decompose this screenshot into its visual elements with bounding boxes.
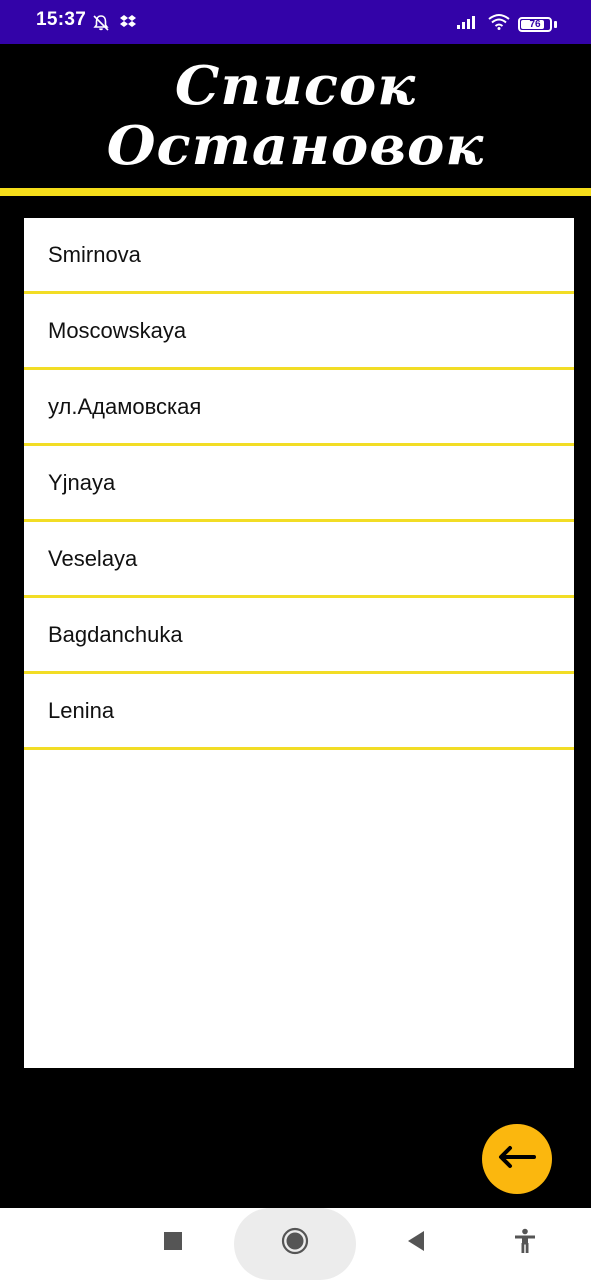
battery-icon: 76 bbox=[518, 16, 552, 32]
list-item[interactable]: Lenina bbox=[24, 674, 574, 750]
battery-level: 76 bbox=[529, 18, 541, 30]
recents-square-icon bbox=[163, 1231, 183, 1256]
recents-button[interactable] bbox=[158, 1228, 188, 1258]
back-nav-button[interactable] bbox=[401, 1228, 431, 1258]
stop-label: ул.Адамовская bbox=[48, 393, 202, 419]
arrow-left-icon bbox=[497, 1145, 537, 1174]
signal-icon bbox=[456, 14, 480, 35]
status-time: 15:37 bbox=[36, 9, 87, 30]
dropbox-icon bbox=[120, 14, 136, 37]
home-button[interactable] bbox=[280, 1227, 310, 1260]
home-circle-icon bbox=[281, 1227, 309, 1260]
status-bar: 15:37 76 bbox=[0, 0, 591, 44]
stop-label: Bagdanchuka bbox=[48, 621, 183, 647]
list-item[interactable]: Bagdanchuka bbox=[24, 598, 574, 674]
back-triangle-icon bbox=[406, 1230, 426, 1257]
list-item[interactable]: Moscowskaya bbox=[24, 294, 574, 370]
list-item[interactable]: Veselaya bbox=[24, 522, 574, 598]
list-item[interactable]: ул.Адамовская bbox=[24, 370, 574, 446]
stop-label: Yjnaya bbox=[48, 469, 116, 495]
header-divider bbox=[0, 188, 591, 196]
accessibility-icon bbox=[513, 1228, 537, 1259]
list-item[interactable]: Smirnova bbox=[24, 218, 574, 294]
stop-label: Smirnova bbox=[48, 241, 141, 267]
back-button[interactable] bbox=[482, 1124, 552, 1194]
bell-off-icon bbox=[92, 14, 110, 37]
stop-label: Lenina bbox=[48, 697, 115, 723]
wifi-icon bbox=[488, 13, 510, 35]
page-title-line2: Остановок bbox=[106, 114, 485, 178]
header: Список Остановок bbox=[0, 44, 591, 188]
stops-list: Smirnova Moscowskaya ул.Адамовская Yjnay… bbox=[24, 218, 574, 1068]
accessibility-button[interactable] bbox=[510, 1228, 540, 1258]
stop-label: Veselaya bbox=[48, 545, 138, 571]
page-title-line1: Список bbox=[174, 54, 417, 118]
list-item[interactable]: Yjnaya bbox=[24, 446, 574, 522]
stop-label: Moscowskaya bbox=[48, 317, 187, 343]
system-nav-bar bbox=[0, 1208, 591, 1280]
